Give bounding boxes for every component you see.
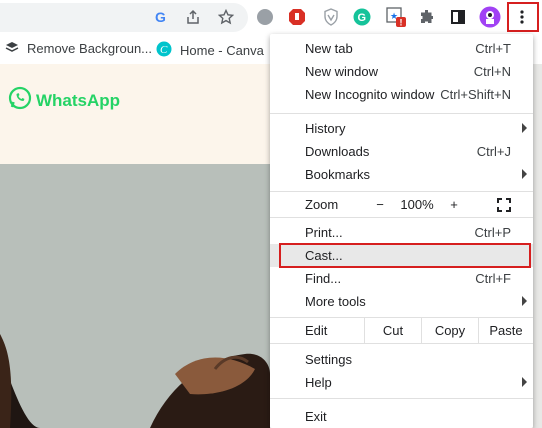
menu-item-find[interactable]: Find... Ctrl+F	[270, 267, 533, 290]
menu-divider	[270, 217, 533, 218]
zoom-in-button[interactable]: +	[440, 192, 468, 217]
menu-item-settings[interactable]: Settings	[270, 348, 533, 371]
menu-item-more-tools[interactable]: More tools	[270, 290, 533, 313]
cut-button[interactable]: Cut	[365, 318, 421, 343]
bookmark-label: Home - Canva	[180, 43, 264, 58]
menu-shortcut: Ctrl+Shift+N	[440, 87, 511, 102]
menu-row-edit: Edit Cut Copy Paste	[270, 318, 533, 343]
edit-label: Edit	[305, 323, 328, 338]
share-icon[interactable]	[182, 6, 204, 28]
menu-label: Settings	[305, 352, 352, 367]
menu-item-history[interactable]: History	[270, 117, 533, 140]
menu-divider	[270, 113, 533, 114]
submenu-arrow-icon	[522, 296, 527, 306]
side-panel-icon[interactable]	[447, 6, 469, 28]
submenu-arrow-icon	[522, 123, 527, 133]
menu-shortcut: Ctrl+P	[474, 225, 511, 240]
stop-hand-icon[interactable]	[286, 6, 308, 28]
submenu-arrow-icon	[522, 377, 527, 387]
menu-item-bookmarks[interactable]: Bookmarks	[270, 163, 533, 186]
whatsapp-icon	[8, 86, 32, 115]
zoom-label: Zoom	[305, 197, 339, 212]
menu-label: Find...	[305, 271, 342, 286]
menu-item-new-tab[interactable]: New tab Ctrl+T	[270, 37, 533, 60]
fullscreen-icon[interactable]	[488, 192, 520, 217]
menu-label: New window	[305, 64, 378, 79]
menu-label: Help	[305, 375, 332, 390]
canva-icon: C	[156, 41, 172, 60]
submenu-arrow-icon	[522, 169, 527, 179]
profile-avatar-icon[interactable]	[479, 6, 501, 28]
menu-shortcut: Ctrl+N	[473, 64, 511, 79]
menu-item-new-window[interactable]: New window Ctrl+N	[270, 60, 533, 83]
hero-photo	[0, 164, 270, 428]
grammarly-icon[interactable]: G	[351, 6, 373, 28]
menu-button-highlight	[507, 2, 539, 32]
menu-row-zoom: Zoom − 100% +	[270, 192, 533, 217]
notification-extension-icon[interactable]: ★!	[385, 6, 407, 28]
whatsapp-logo-text: WhatsApp	[36, 90, 121, 110]
google-icon[interactable]: G	[150, 6, 172, 28]
menu-divider	[270, 398, 533, 399]
address-bar[interactable]	[0, 3, 248, 32]
menu-label: Exit	[305, 409, 327, 424]
paste-button[interactable]: Paste	[479, 318, 533, 343]
copy-button[interactable]: Copy	[422, 318, 478, 343]
menu-shortcut: Ctrl+T	[475, 41, 511, 56]
svg-text:C: C	[160, 44, 168, 56]
bookmark-label: Remove Backgroun...	[27, 41, 153, 56]
extension-gray-icon[interactable]	[254, 6, 276, 28]
menu-label: New tab	[305, 41, 353, 56]
menu-label: Print...	[305, 225, 343, 240]
cast-highlight-box	[279, 243, 531, 268]
menu-divider	[270, 343, 533, 344]
menu-label: Downloads	[305, 144, 370, 159]
menu-item-print[interactable]: Print... Ctrl+P	[270, 221, 533, 244]
bookmark-home-canva[interactable]: C Home - Canva	[156, 41, 264, 60]
menu-item-downloads[interactable]: Downloads Ctrl+J	[270, 140, 533, 163]
menu-label: Bookmarks	[305, 167, 371, 182]
layers-icon	[5, 41, 19, 56]
shield-icon[interactable]	[320, 6, 342, 28]
whatsapp-logo[interactable]: WhatsApp	[8, 86, 120, 115]
menu-label: More tools	[305, 294, 366, 309]
whatsapp-header: WhatsApp	[0, 64, 270, 164]
svg-text:!: !	[400, 18, 403, 28]
star-bookmark-icon[interactable]	[215, 6, 237, 28]
zoom-level: 100%	[400, 197, 434, 212]
browser-toolbar: G G ★!	[0, 0, 542, 34]
bookmark-remove-background[interactable]: Remove Backgroun...	[5, 41, 152, 56]
zoom-out-button[interactable]: −	[366, 192, 394, 217]
menu-item-exit[interactable]: Exit	[270, 405, 533, 428]
page-background-strip	[533, 64, 542, 428]
puzzle-extensions-icon[interactable]	[416, 6, 438, 28]
svg-text:G: G	[358, 12, 367, 24]
menu-shortcut: Ctrl+J	[476, 144, 511, 159]
menu-item-new-incognito-window[interactable]: New Incognito window Ctrl+Shift+N	[270, 83, 533, 106]
menu-label: New Incognito window	[305, 87, 435, 102]
chrome-main-menu: New tab Ctrl+T New window Ctrl+N New Inc…	[270, 34, 533, 428]
svg-text:G: G	[155, 9, 166, 25]
menu-item-help[interactable]: Help	[270, 371, 533, 394]
menu-label: History	[305, 121, 346, 136]
menu-shortcut: Ctrl+F	[475, 271, 511, 286]
